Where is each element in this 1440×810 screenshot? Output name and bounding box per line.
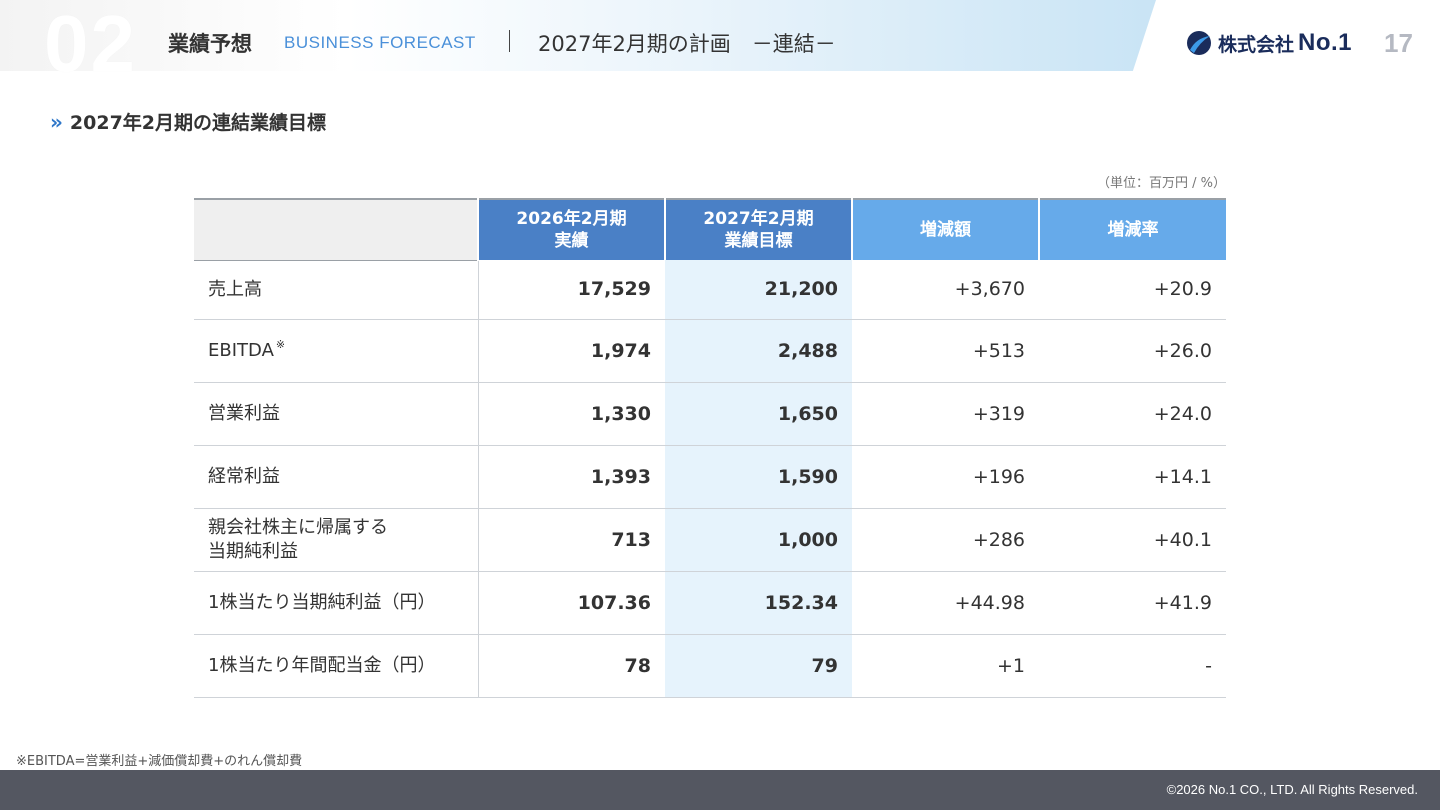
- cell-diff: +196: [852, 445, 1039, 509]
- cell-actual: 1,393: [478, 445, 665, 509]
- forecast-table: 2026年2月期 実績 2027年2月期 業績目標 増減額 増減率 売上高 17,…: [194, 198, 1226, 698]
- cell-actual: 713: [478, 508, 665, 572]
- row-label-text: 1株当たり当期純利益（円）: [208, 591, 436, 613]
- page-number: 17: [1384, 28, 1413, 58]
- cell-diff: +44.98: [852, 571, 1039, 635]
- row-label: 経常利益: [194, 445, 479, 509]
- cell-diff: +1: [852, 634, 1039, 698]
- cell-diff: +513: [852, 319, 1039, 383]
- header-target-line1: 2027年2月期: [703, 209, 814, 229]
- cell-rate: +20.9: [1039, 260, 1226, 320]
- header-cell-target: 2027年2月期 業績目標: [664, 199, 852, 260]
- table-row: 1株当たり年間配当金（円） 78 79 +1-: [194, 634, 1226, 698]
- cell-target: 1,590: [665, 445, 852, 509]
- unit-note: （単位：百万円 / %）: [1097, 176, 1226, 191]
- content-subtitle: » 2027年2月期の連結業績目標: [50, 108, 326, 135]
- table-row: 1株当たり当期純利益（円） 107.36 152.34 +44.98 +41.9: [194, 571, 1226, 635]
- row-label: EBITDA ※: [194, 319, 479, 383]
- row-label: 親会社株主に帰属する 当期純利益: [194, 508, 479, 572]
- double-chevron-right-icon: »: [50, 109, 63, 134]
- table-row: 親会社株主に帰属する 当期純利益 713 1,000 +286 +40.1: [194, 508, 1226, 572]
- cell-target: 21,200: [665, 260, 852, 320]
- cell-diff: +286: [852, 508, 1039, 572]
- footnote: ※EBITDA=営業利益+減価償却費+のれん償却費: [16, 754, 303, 769]
- row-label-text: 親会社株主に帰属する: [208, 516, 388, 538]
- section-title: 業績予想: [168, 32, 252, 56]
- cell-actual: 78: [478, 634, 665, 698]
- cell-actual: 1,330: [478, 382, 665, 446]
- cell-rate: +26.0: [1039, 319, 1226, 383]
- cell-diff: +3,670: [852, 260, 1039, 320]
- row-label: 売上高: [194, 260, 479, 320]
- table-row: 営業利益 1,330 1,650 +319 +24.0: [194, 382, 1226, 446]
- header-cell-actual: 2026年2月期 実績: [477, 199, 665, 260]
- header-separator: [509, 30, 510, 52]
- section-subtitle: BUSINESS FORECAST: [284, 33, 476, 52]
- cell-target: 152.34: [665, 571, 852, 635]
- company-logo: 株式会社 No.1: [1186, 29, 1352, 57]
- row-label: 1株当たり年間配当金（円）: [194, 634, 479, 698]
- table-row: 経常利益 1,393 1,590 +196 +14.1: [194, 445, 1226, 509]
- row-label-text: EBITDA: [208, 339, 274, 361]
- cell-target: 79: [665, 634, 852, 698]
- slide-footer: ©2026 No.1 CO., LTD. All Rights Reserved…: [0, 770, 1440, 810]
- header-cell-rate: 増減率: [1038, 199, 1226, 260]
- header-cell-diff: 増減額: [851, 199, 1039, 260]
- header-actual-line1: 2026年2月期: [516, 209, 627, 229]
- section-number: 02: [44, 0, 137, 88]
- cell-actual: 107.36: [478, 571, 665, 635]
- table-header-row: 2026年2月期 実績 2027年2月期 業績目標 増減額 増減率: [194, 199, 1226, 261]
- table-row: EBITDA ※ 1,974 2,488 +513 +26.0: [194, 319, 1226, 383]
- header-actual-line2: 実績: [554, 231, 589, 251]
- subtitle-text: 2027年2月期の連結業績目標: [69, 112, 327, 134]
- cell-rate: +24.0: [1039, 382, 1226, 446]
- cell-actual: 17,529: [478, 260, 665, 320]
- cell-diff: +319: [852, 382, 1039, 446]
- table-row: 売上高 17,529 21,200 +3,670 +20.9: [194, 260, 1226, 320]
- logo-english: No.1: [1298, 29, 1353, 56]
- page-title: 2027年2月期の計画 －連結－: [538, 32, 836, 56]
- logo-mark-icon: [1187, 31, 1211, 55]
- row-label: 1株当たり当期純利益（円）: [194, 571, 479, 635]
- copyright: ©2026 No.1 CO., LTD. All Rights Reserved…: [1166, 782, 1418, 797]
- slide-header: 02 業績予想 BUSINESS FORECAST 2027年2月期の計画 －連…: [0, 0, 1440, 84]
- row-label: 営業利益: [194, 382, 479, 446]
- cell-rate: +14.1: [1039, 445, 1226, 509]
- footnote-mark: ※: [275, 337, 286, 351]
- cell-target: 1,650: [665, 382, 852, 446]
- row-label-text-line2: 当期純利益: [208, 540, 298, 562]
- cell-target: 2,488: [665, 319, 852, 383]
- header-target-line2: 業績目標: [724, 231, 793, 251]
- row-label-text: 1株当たり年間配当金（円）: [208, 654, 436, 676]
- row-label-text: 営業利益: [208, 402, 280, 424]
- cell-rate: +40.1: [1039, 508, 1226, 572]
- logo-japanese: 株式会社: [1218, 33, 1295, 56]
- row-label-text: 売上高: [208, 278, 262, 300]
- header-cell-empty: [194, 199, 478, 261]
- cell-rate: +41.9: [1039, 571, 1226, 635]
- cell-rate: -: [1039, 634, 1226, 698]
- cell-actual: 1,974: [478, 319, 665, 383]
- cell-target: 1,000: [665, 508, 852, 572]
- row-label-text: 経常利益: [208, 465, 280, 487]
